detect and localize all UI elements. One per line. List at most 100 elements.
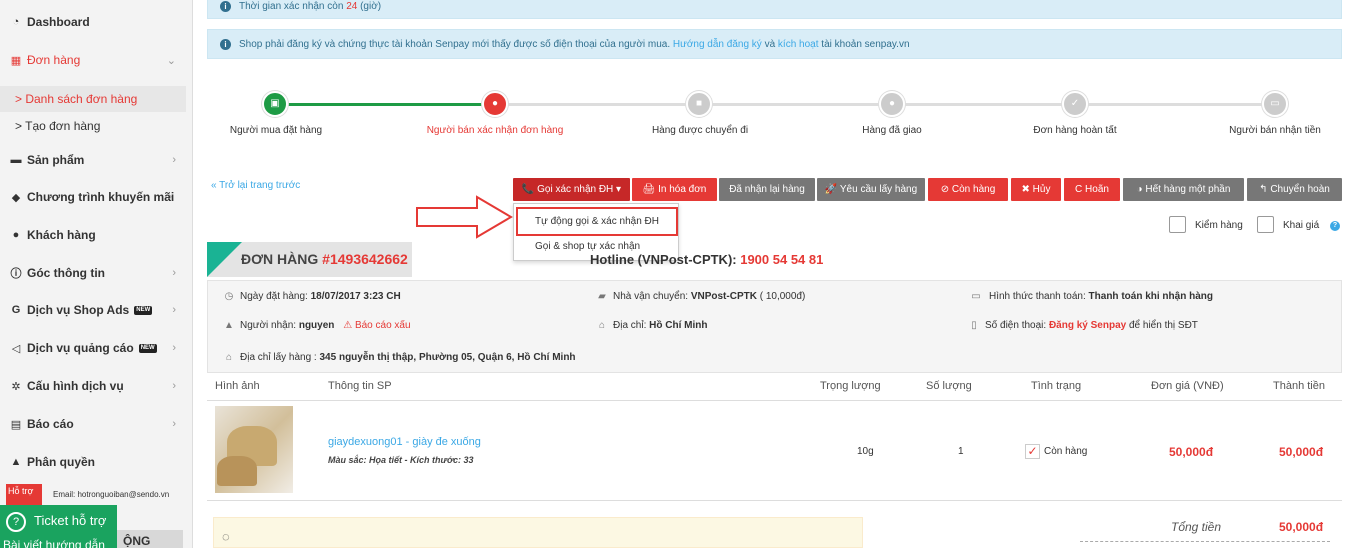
product-weight: 10g: [857, 446, 874, 457]
sidebar-item-products[interactable]: ▬ Sản phẩm ›: [0, 145, 186, 175]
money-icon: ▭: [971, 291, 981, 302]
inspect-checkbox[interactable]: [1169, 216, 1186, 233]
declare-value-checkbox[interactable]: [1257, 216, 1274, 233]
call-confirm-button[interactable]: 📞 Gọi xác nhận ĐH ▾: [513, 178, 630, 201]
return-transfer-button[interactable]: ↰ Chuyển hoàn: [1247, 178, 1342, 201]
community-label: ỘNG ĐỒNG: [117, 530, 183, 548]
support-email: Email: hotronguoiban@sendo.vn: [53, 490, 170, 499]
pickup-address: ⌂ Địa chỉ lấy hàng : 345 nguyễn thị thập,…: [222, 352, 576, 363]
phone-icon: ▯: [971, 320, 977, 331]
sidebar-item-info-corner[interactable]: ⓘ Góc thông tin ›: [0, 258, 186, 288]
corner-ribbon: [207, 242, 242, 277]
th-status: Tình trạng: [1031, 380, 1082, 392]
cancel-button[interactable]: ✖ Hủy: [1011, 178, 1061, 201]
sidebar-item-orders[interactable]: ▦ Đơn hàng ⌄: [0, 45, 186, 75]
tag-icon: ◆: [11, 191, 21, 204]
shop-self-confirm-option[interactable]: Gọi & shop tự xác nhận: [514, 241, 678, 252]
step-label: Người bán nhận tiền: [1229, 125, 1321, 136]
confirm-time-alert: i Thời gian xác nhận còn 24 (giờ): [207, 0, 1342, 19]
in-stock-button[interactable]: ⊘ Còn hàng: [928, 178, 1008, 201]
sidebar-item-permissions[interactable]: ▲ Phân quyền: [0, 447, 186, 477]
activate-link[interactable]: kích hoạt: [778, 39, 819, 50]
warning-icon: ⚠: [343, 320, 353, 331]
info-icon: ⓘ: [10, 268, 22, 280]
postpone-button[interactable]: C Hoãn: [1064, 178, 1120, 201]
gear-icon: ✲: [11, 380, 21, 393]
chevron-right-icon: ›: [172, 304, 176, 316]
step-label: Người bán xác nhận đơn hàng: [426, 125, 564, 136]
total-value: 50,000đ: [1279, 520, 1324, 534]
register-guide-link[interactable]: Hướng dẫn đăng ký: [673, 39, 762, 50]
sidebar-item-promotions[interactable]: ◆ Chương trình khuyến mãi ›: [0, 182, 186, 212]
report-bad-link[interactable]: Báo cáo xấu: [355, 320, 411, 331]
sidebar-item-service-config[interactable]: ✲ Cấu hình dịch vụ ›: [0, 371, 186, 401]
product-image[interactable]: [215, 406, 293, 493]
info-icon: i: [220, 1, 231, 12]
help-icon[interactable]: ?: [1330, 221, 1340, 231]
senpay-register-link[interactable]: Đăng ký Senpay: [1049, 320, 1126, 331]
chevron-down-icon: ⌄: [166, 54, 176, 67]
request-pickup-button[interactable]: 🚀 Yêu cầu lấy hàng: [817, 178, 925, 201]
declare-value-label: Khai giá: [1283, 220, 1320, 231]
order-title: ĐƠN HÀNG #1493642662: [207, 242, 412, 277]
th-product-info: Thông tin SP: [328, 380, 392, 392]
guide-link[interactable]: Bài viết hướng dẫn: [3, 538, 105, 548]
users-icon: ●: [12, 229, 20, 241]
chevron-right-icon: ›: [168, 191, 172, 203]
chevron-right-icon: ›: [172, 267, 176, 279]
dashboard-icon: ◔: [12, 16, 20, 28]
sidebar-item-customers[interactable]: ● Khách hàng: [0, 220, 186, 250]
received-back-button[interactable]: Đã nhận lại hàng: [719, 178, 815, 201]
product-quantity: 1: [958, 446, 964, 457]
shoe-shape: [217, 456, 257, 486]
print-invoice-button[interactable]: 🖨 In hóa đơn: [632, 178, 717, 201]
chevron-right-icon: ›: [172, 380, 176, 392]
note-box: [213, 517, 863, 548]
sidebar: ◔ Dashboard ▦ Đơn hàng ⌄ > Danh sách đơn…: [0, 0, 193, 548]
product-attributes: Màu sắc: Họa tiết - Kích thước: 33: [328, 455, 474, 465]
step-check-icon: ✓: [1062, 91, 1088, 117]
chevron-right-icon: ›: [172, 418, 176, 430]
sidebar-sub-order-list[interactable]: > Danh sách đơn hàng: [0, 86, 186, 112]
step-label: Người mua đặt hàng: [229, 125, 323, 136]
annotation-arrow-icon: [416, 195, 513, 239]
total-label: Tổng tiền: [1171, 520, 1222, 534]
user-icon: ▲: [10, 456, 22, 468]
unit-price: 50,000đ: [1169, 445, 1214, 459]
sidebar-item-advertising[interactable]: ◁ Dịch vụ quảng cáo NEW ›: [0, 333, 186, 363]
megaphone-icon: ◁: [11, 342, 21, 355]
sidebar-item-shop-ads[interactable]: G Dịch vụ Shop Ads NEW ›: [0, 295, 186, 325]
receiver: ▲ Người nhận: nguyen ⚠ Báo cáo xấu: [222, 320, 411, 331]
progress-track-done: [275, 103, 495, 106]
sidebar-item-dashboard[interactable]: ◔ Dashboard: [0, 7, 186, 37]
product-name-link[interactable]: giaydexuong01 - giày đe xuống: [328, 436, 481, 448]
hotline: Hotline (VNPost-CPTK): 1900 54 54 81: [590, 252, 824, 267]
user-icon: ▲: [224, 320, 234, 331]
senpay-alert: i Shop phải đăng ký và chứng thực tài kh…: [207, 29, 1342, 59]
sidebar-sub-create-order[interactable]: > Tạo đơn hàng: [0, 113, 186, 139]
step-user-icon: ●: [482, 91, 508, 117]
info-icon: i: [220, 38, 231, 50]
clock-icon: ◷: [224, 291, 234, 302]
step-delivered-icon: ●: [879, 91, 905, 117]
in-stock-checkbox[interactable]: ✓: [1025, 444, 1040, 459]
th-total: Thành tiền: [1273, 380, 1325, 392]
report-icon: ▤: [10, 418, 22, 431]
comment-icon: ◌: [222, 529, 230, 544]
step-cart-icon: ▣: [262, 91, 288, 117]
sidebar-item-reports[interactable]: ▤ Báo cáo ›: [0, 409, 186, 439]
auto-call-confirm-option[interactable]: Tự động gọi & xác nhận ĐH: [514, 216, 678, 227]
back-link[interactable]: « Trở lại trang trước: [211, 180, 300, 191]
th-unit-price: Đơn giá (VNĐ): [1151, 380, 1224, 392]
carrier: ▰ Nhà vận chuyển: VNPost-CPTK ( 10,000đ): [595, 291, 805, 302]
home-icon: ⌂: [598, 320, 606, 331]
ticket-support-button[interactable]: ? Ticket hỗ trợ Bài viết hướng dẫn: [0, 505, 117, 548]
step-truck-icon: ■: [686, 91, 712, 117]
payment-method: ▭ Hình thức thanh toán: Thanh toán khi nh…: [967, 291, 1213, 302]
product-status: Còn hàng: [1044, 446, 1088, 457]
partial-out-of-stock-button[interactable]: ◑ Hết hàng một phần: [1123, 178, 1244, 201]
inspect-label: Kiểm hàng: [1195, 220, 1243, 231]
phone: ▯ Số điện thoại: Đăng ký Senpay để hiển t…: [967, 320, 1198, 331]
total-divider: [1080, 541, 1330, 542]
address: ⌂ Địa chỉ: Hồ Chí Minh: [595, 320, 707, 331]
